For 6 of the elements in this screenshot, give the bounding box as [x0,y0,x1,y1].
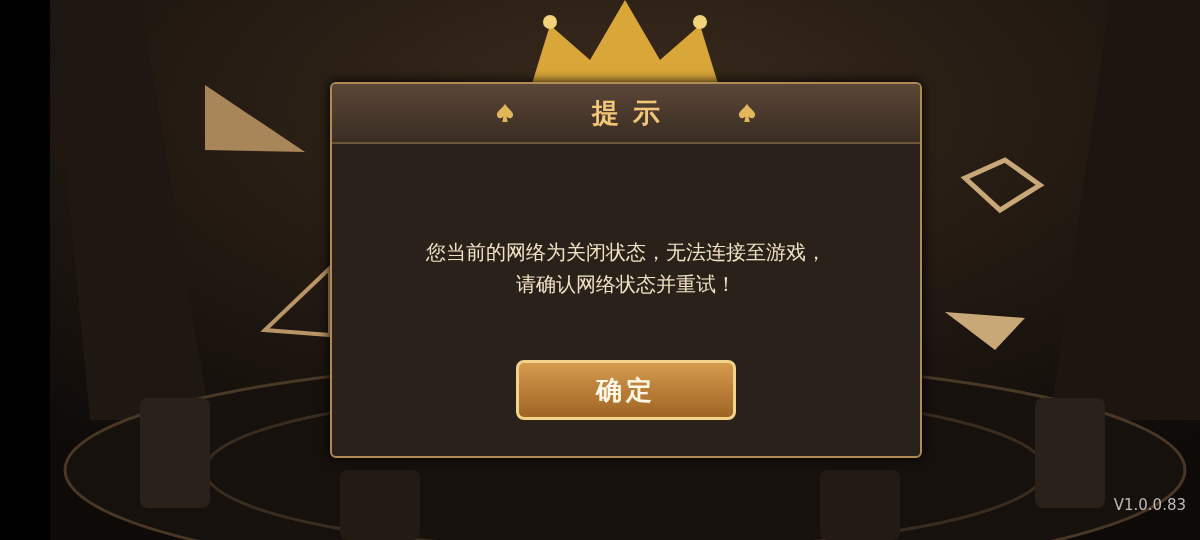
confirm-button[interactable]: 确定 [516,360,736,420]
spade-icon [738,103,756,123]
dialog-title: 提示 [592,96,674,130]
spade-icon [496,103,514,123]
dialog-message: 您当前的网络为关闭状态，无法连接至游戏，请确认网络状态并重试！ [426,239,826,298]
version-label: V1.0.0.83 [1113,496,1186,514]
